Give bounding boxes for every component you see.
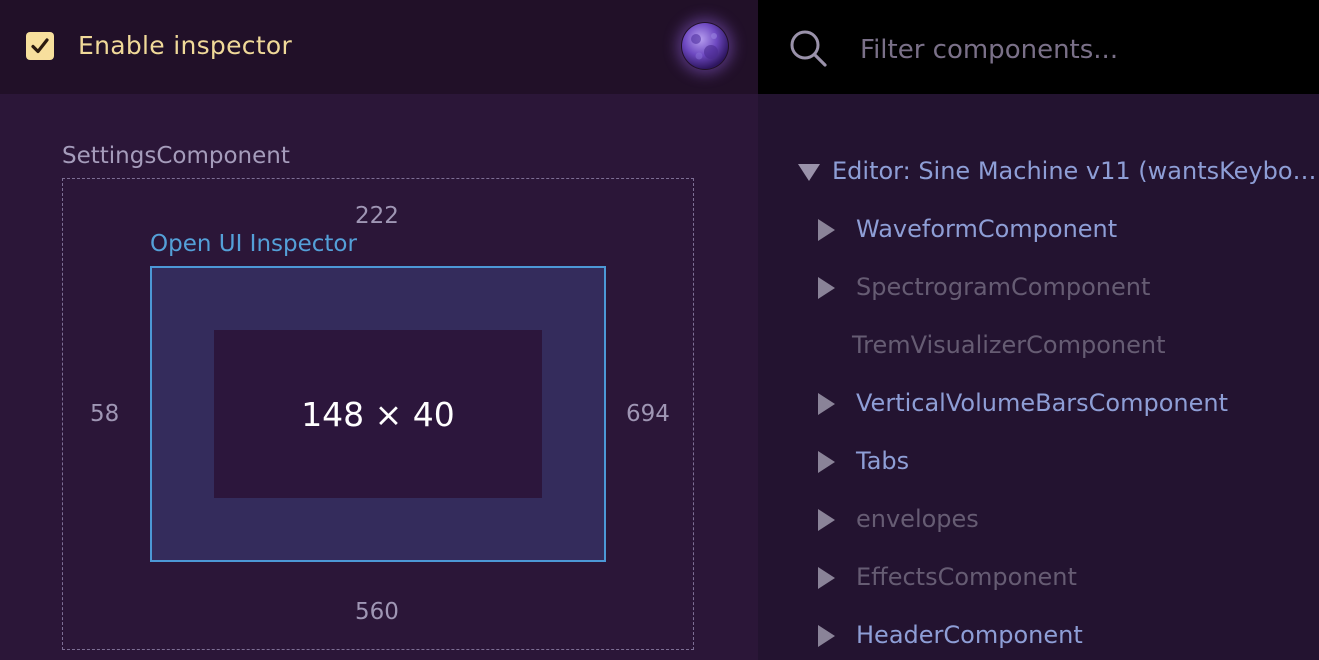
- collapse-triangle-icon[interactable]: [816, 218, 836, 242]
- expand-triangle-icon[interactable]: [797, 162, 821, 182]
- enable-inspector-label[interactable]: Enable inspector: [78, 31, 292, 60]
- top-value: 222: [355, 203, 399, 229]
- tree-item-spectrogram[interactable]: SpectrogramComponent: [856, 273, 1150, 301]
- collapse-triangle-icon[interactable]: [816, 392, 836, 416]
- search-icon: [790, 30, 827, 67]
- tree-item-header[interactable]: HeaderComponent: [856, 621, 1083, 649]
- tree-item-editor[interactable]: Editor: Sine Machine v11 (wantsKeybo…: [832, 157, 1317, 185]
- tree-item-trem-visualizer[interactable]: TremVisualizerComponent: [852, 331, 1166, 359]
- tree-item-envelopes[interactable]: envelopes: [856, 505, 979, 533]
- tree-item-effects[interactable]: EffectsComponent: [856, 563, 1077, 591]
- enable-inspector-checkbox[interactable]: [26, 32, 54, 60]
- component-name: SettingsComponent: [62, 143, 290, 169]
- tree-item-vertical-volume-bars[interactable]: VerticalVolumeBarsComponent: [856, 389, 1228, 417]
- filter-components-input[interactable]: [860, 28, 1300, 72]
- moon-logo-icon: [681, 22, 729, 70]
- checkmark-icon: [31, 38, 49, 54]
- collapse-triangle-icon[interactable]: [816, 566, 836, 590]
- right-value: 694: [626, 401, 670, 427]
- collapse-triangle-icon[interactable]: [816, 508, 836, 532]
- collapse-triangle-icon[interactable]: [816, 276, 836, 300]
- selected-component-label: Open UI Inspector: [150, 231, 357, 257]
- left-value: 58: [90, 401, 120, 427]
- collapse-triangle-icon[interactable]: [816, 450, 836, 474]
- component-tree-panel: [758, 0, 1319, 660]
- collapse-triangle-icon[interactable]: [816, 624, 836, 648]
- tree-item-waveform[interactable]: WaveformComponent: [856, 215, 1117, 243]
- bottom-value: 560: [355, 599, 399, 625]
- component-size: 148 × 40: [301, 394, 455, 434]
- tree-item-tabs[interactable]: Tabs: [856, 447, 909, 475]
- inspector-toolbar: Enable inspector: [0, 0, 758, 94]
